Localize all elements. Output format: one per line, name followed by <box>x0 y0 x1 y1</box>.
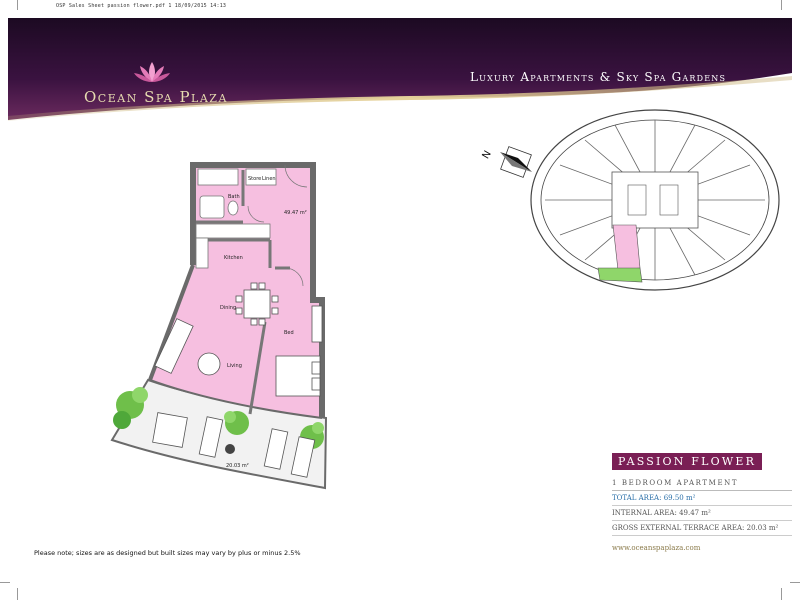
coffee-table <box>197 352 221 376</box>
key-plan <box>530 109 780 291</box>
internal-area-label: 49.47 m² <box>284 210 307 216</box>
terrace-area-label: 20.03 m² <box>226 463 249 469</box>
website-link[interactable]: www.oceanspaplaza.com <box>612 544 792 552</box>
room-label-linen: Linen <box>262 176 276 182</box>
room-label-living: Living <box>227 363 242 369</box>
room-label-bed: Bed <box>284 330 294 336</box>
compass-north-label: N <box>481 149 494 161</box>
disclaimer-note: Please note; sizes are as designed but b… <box>34 549 301 557</box>
terrace-area: GROSS EXTERNAL TERRACE AREA: 20.03 m² <box>612 521 792 536</box>
apartment-name: PASSION FLOWER <box>612 453 763 470</box>
terrace-post <box>225 444 235 454</box>
apartment-type: 1 BEDROOM APARTMENT <box>612 479 792 491</box>
internal-area: INTERNAL AREA: 49.47 m² <box>612 506 792 521</box>
total-area: TOTAL AREA: 69.50 m² <box>612 491 792 506</box>
room-label-kitchen: Kitchen <box>224 255 243 261</box>
room-label-store: Store <box>248 176 261 182</box>
compass-icon <box>500 146 532 178</box>
key-plan-highlight <box>612 224 641 271</box>
room-label-bath: Bath <box>228 194 240 200</box>
apartment-info-panel: PASSION FLOWER 1 BEDROOM APARTMENT TOTAL… <box>612 450 792 552</box>
room-label-dining: Dining <box>220 305 236 311</box>
